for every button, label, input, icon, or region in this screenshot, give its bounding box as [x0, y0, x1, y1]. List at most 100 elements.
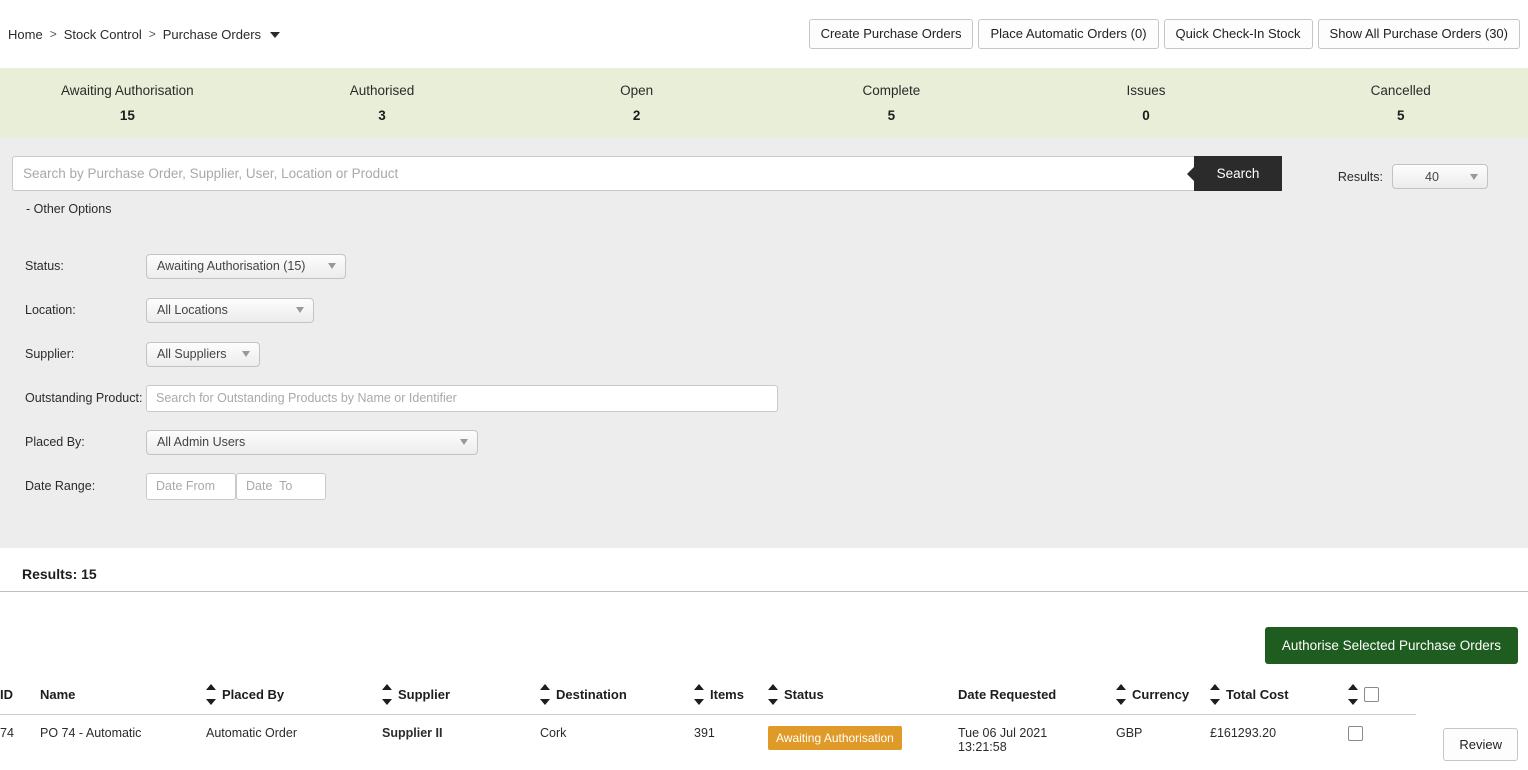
cell-total-cost: £161293.20 [1210, 726, 1277, 740]
breadcrumb-item-stock-control[interactable]: Stock Control [64, 27, 142, 42]
chevron-down-icon [328, 263, 336, 269]
place-automatic-orders-button[interactable]: Place Automatic Orders (0) [978, 18, 1159, 50]
column-header-total-cost[interactable]: Total Cost [1210, 678, 1348, 715]
breadcrumb-item-home[interactable]: Home [8, 27, 43, 42]
authorise-selected-purchase-orders-button[interactable]: Authorise Selected Purchase Orders [1264, 627, 1518, 664]
summary-cell-awaiting-authorisation[interactable]: Awaiting Authorisation 15 [0, 83, 255, 123]
supplier-filter-select[interactable]: All Suppliers [146, 341, 260, 367]
column-header-name[interactable]: Name [40, 678, 206, 715]
purchase-orders-table: ID Name Placed By Supplier Destination I… [0, 678, 1416, 754]
purchase-orders-page: Home > Stock Control > Purchase Orders C… [0, 0, 1528, 770]
sort-toggle-placed-by[interactable] [206, 684, 216, 705]
summary-value: 0 [1142, 108, 1150, 123]
status-filter-value: Awaiting Authorisation (15) [157, 259, 306, 273]
placed-by-select[interactable]: All Admin Users [146, 429, 478, 455]
summary-cell-complete[interactable]: Complete 5 [764, 83, 1019, 123]
sort-toggle-supplier[interactable] [382, 684, 392, 705]
location-filter-label: Location: [25, 303, 76, 317]
row-select-checkbox[interactable] [1348, 726, 1363, 741]
date-from-input[interactable] [146, 472, 236, 500]
chevron-down-icon [242, 351, 250, 357]
quick-check-in-stock-button[interactable]: Quick Check-In Stock [1163, 18, 1313, 50]
purchase-orders-table-wrap: ID Name Placed By Supplier Destination I… [0, 678, 1528, 754]
outstanding-product-label: Outstanding Product: [25, 391, 143, 405]
sort-toggle-currency[interactable] [1116, 684, 1126, 705]
supplier-filter-value: All Suppliers [157, 347, 227, 361]
summary-value: 5 [887, 108, 896, 123]
cell-items: 391 [694, 726, 715, 740]
summary-label: Open [620, 83, 654, 98]
results-per-page-label: Results: [1337, 169, 1383, 184]
cell-id: 74 [0, 726, 14, 740]
summary-cell-issues[interactable]: Issues 0 [1019, 83, 1274, 123]
column-label: Destination [556, 687, 627, 702]
breadcrumb: Home > Stock Control > Purchase Orders [8, 27, 281, 42]
search-button[interactable]: Search [1194, 156, 1282, 191]
status-filter-label: Status: [25, 259, 64, 273]
create-purchase-orders-button[interactable]: Create Purchase Orders [808, 18, 974, 50]
location-filter-select[interactable]: All Locations [146, 297, 314, 323]
filter-row-supplier: Supplier: All Suppliers [12, 332, 1516, 376]
filter-row-outstanding-product: Outstanding Product: [12, 376, 1516, 420]
column-header-currency[interactable]: Currency [1116, 678, 1210, 715]
table-row[interactable]: 74 PO 74 - Automatic Automatic Order Sup… [0, 715, 1416, 755]
column-label: Name [40, 687, 76, 702]
summary-value: 3 [378, 108, 386, 123]
summary-value: 15 [119, 108, 135, 123]
cell-status: Awaiting Authorisation [768, 715, 958, 755]
top-bar: Home > Stock Control > Purchase Orders C… [0, 0, 1528, 68]
review-button[interactable]: Review [1443, 728, 1518, 761]
sort-toggle-select-all[interactable] [1348, 684, 1358, 705]
chevron-down-icon [1470, 173, 1478, 180]
sort-toggle-items[interactable] [694, 684, 704, 705]
summary-value: 5 [1396, 108, 1405, 123]
chevron-down-icon [460, 439, 468, 445]
filter-row-location: Location: All Locations [12, 288, 1516, 332]
sort-toggle-destination[interactable] [540, 684, 550, 705]
column-label: Items [710, 687, 744, 702]
row-action-cell: Review [1443, 728, 1518, 761]
breadcrumb-item-purchase-orders[interactable]: Purchase Orders [163, 27, 261, 42]
column-header-supplier[interactable]: Supplier [382, 678, 540, 715]
column-label: Placed By [222, 687, 285, 702]
column-header-status[interactable]: Status [768, 678, 958, 715]
date-range-label: Date Range: [25, 479, 96, 493]
sort-toggle-total-cost[interactable] [1210, 684, 1220, 705]
status-filter-select[interactable]: Awaiting Authorisation (15) [146, 253, 346, 279]
search-input[interactable] [12, 156, 1194, 191]
select-all-checkbox[interactable] [1364, 687, 1379, 702]
sort-toggle-status[interactable] [768, 684, 778, 705]
column-label: Supplier [398, 687, 451, 702]
date-requested-time: 13:21:58 [958, 740, 1007, 754]
column-header-destination[interactable]: Destination [540, 678, 694, 715]
column-header-items[interactable]: Items [694, 678, 768, 715]
filter-rows: Status: Awaiting Authorisation (15) Loca… [12, 244, 1516, 508]
date-to-input[interactable] [236, 472, 326, 500]
summary-cell-cancelled[interactable]: Cancelled 5 [1273, 83, 1528, 123]
cell-row-checkbox [1348, 715, 1416, 755]
show-all-purchase-orders-button[interactable]: Show All Purchase Orders (30) [1317, 18, 1520, 50]
results-per-page-select[interactable]: 40 [1392, 164, 1488, 189]
supplier-filter-label: Supplier: [25, 347, 75, 361]
other-options-toggle[interactable]: - Other Options [26, 202, 111, 216]
outstanding-product-input[interactable] [146, 384, 778, 412]
column-header-id[interactable]: ID [0, 678, 40, 715]
status-badge: Awaiting Authorisation [768, 726, 902, 750]
column-label: Date Requested [958, 687, 1057, 702]
chevron-down-icon[interactable] [270, 32, 281, 38]
date-range-inputs [146, 472, 326, 500]
filter-panel: Search Results: 40 - Other Options Statu… [0, 138, 1528, 548]
column-header-date-requested[interactable]: Date Requested [958, 678, 1116, 715]
summary-cell-authorised[interactable]: Authorised 3 [255, 83, 510, 123]
column-label: Total Cost [1226, 687, 1289, 702]
breadcrumb-separator: > [49, 27, 57, 41]
column-header-select-all[interactable] [1348, 678, 1416, 715]
column-label: Currency [1132, 687, 1190, 702]
column-header-placed-by[interactable]: Placed By [206, 678, 382, 715]
filter-row-status: Status: Awaiting Authorisation (15) [12, 244, 1516, 288]
search-bar: Search [12, 156, 1282, 191]
location-filter-value: All Locations [157, 303, 228, 317]
summary-cell-open[interactable]: Open 2 [509, 83, 764, 123]
status-summary-bar: Awaiting Authorisation 15 Authorised 3 O… [0, 68, 1528, 138]
placed-by-label: Placed By: [25, 435, 85, 449]
